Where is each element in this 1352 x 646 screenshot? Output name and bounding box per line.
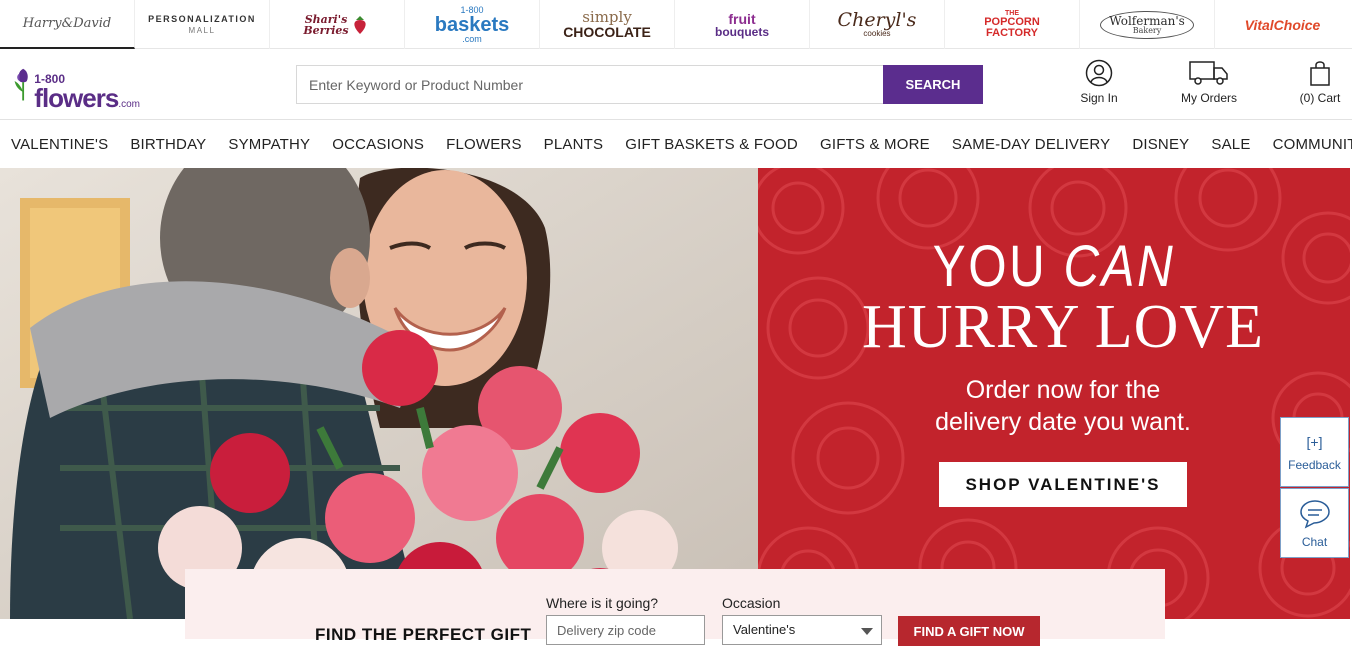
- brand-label: Harry&David: [22, 16, 112, 31]
- brand-harry-david-link[interactable]: Harry&David: [0, 0, 135, 49]
- sister-brands-bar: Harry&David PERSONALIZATION MALL Shari's…: [0, 0, 1352, 49]
- logo-suffix: .com: [118, 99, 140, 110]
- hero-headline-word-can: CAN: [1063, 234, 1176, 299]
- brand-sub: baskets: [434, 13, 510, 36]
- cart-button[interactable]: (0) Cart: [1297, 59, 1343, 111]
- gift-finder-panel: FIND THE PERFECT GIFT Where is it going?…: [185, 569, 1165, 646]
- nav-item-sale[interactable]: SALE: [1211, 136, 1250, 153]
- brand-suffix: .com: [462, 33, 482, 44]
- hero-headline-line1: YOU CAN: [802, 238, 1305, 296]
- brand-cheryls-cookies-link[interactable]: Cheryl's cookies: [810, 0, 945, 49]
- find-gift-button[interactable]: FIND A GIFT NOW: [898, 616, 1040, 646]
- cart-label: (0) Cart: [1299, 91, 1341, 105]
- main-nav: VALENTINE'S BIRTHDAY SYMPATHY OCCASIONS …: [0, 119, 1352, 168]
- brand-sub: Berries: [303, 23, 349, 37]
- feedback-widget[interactable]: [+] Feedback: [1280, 417, 1349, 487]
- brand-popcorn-factory-link[interactable]: THE POPCORN FACTORY: [945, 0, 1080, 49]
- brand-label: VitalChoice: [1244, 16, 1321, 33]
- chat-bubble-icon: [1299, 500, 1330, 529]
- logo-name: flowers: [34, 83, 119, 113]
- nav-item-sympathy[interactable]: SYMPATHY: [228, 136, 310, 153]
- brand-label: simply: [582, 8, 632, 26]
- chat-label: Chat: [1301, 535, 1328, 549]
- user-icon: [1085, 59, 1113, 87]
- gift-finder-title: FIND THE PERFECT GIFT: [315, 625, 532, 644]
- nav-item-gift-baskets-food[interactable]: GIFT BASKETS & FOOD: [625, 136, 798, 153]
- chevron-down-icon: [861, 628, 873, 635]
- brand-1800-baskets-link[interactable]: 1-800 baskets .com: [405, 0, 540, 49]
- hero-banner[interactable]: YOU CAN HURRY LOVE Order now for the del…: [0, 168, 1352, 619]
- my-orders-button[interactable]: My Orders: [1180, 59, 1238, 111]
- zip-label: Where is it going?: [546, 595, 659, 611]
- brand-fruit-bouquets-link[interactable]: fruit bouquets: [675, 0, 810, 49]
- brand-vital-choice-link[interactable]: VitalChoice: [1215, 0, 1350, 49]
- nav-item-community[interactable]: COMMUNITY: [1273, 136, 1352, 153]
- couple-with-roses-image: [0, 168, 758, 619]
- brand-personalization-mall-link[interactable]: PERSONALIZATION MALL: [135, 0, 270, 49]
- nav-item-birthday[interactable]: BIRTHDAY: [130, 136, 206, 153]
- occasion-selected-value: Valentine's: [733, 622, 796, 637]
- hero-subtitle-line1: Order now for the: [965, 376, 1161, 404]
- site-header: 1-800 flowers.com SEARCH Sign In My Orde…: [0, 49, 1352, 119]
- brand-label: Shari's: [304, 12, 348, 26]
- site-logo[interactable]: 1-800 flowers.com: [14, 53, 140, 111]
- tulip-logo-icon: [14, 68, 28, 101]
- feedback-label: Feedback: [1288, 458, 1341, 472]
- brand-wolfermans-link[interactable]: Wolferman's Bakery: [1080, 0, 1215, 49]
- nav-item-disney[interactable]: DISNEY: [1132, 136, 1189, 153]
- brand-label: PERSONALIZATION: [148, 13, 256, 24]
- hero-promo-panel: YOU CAN HURRY LOVE Order now for the del…: [758, 168, 1350, 619]
- nav-item-same-day-delivery[interactable]: SAME-DAY DELIVERY: [952, 136, 1110, 153]
- delivery-truck-icon: [1189, 61, 1228, 85]
- nav-item-valentines[interactable]: VALENTINE'S: [11, 136, 108, 153]
- brand-sub: cookies: [863, 29, 891, 38]
- nav-item-flowers[interactable]: FLOWERS: [446, 136, 522, 153]
- strawberry-icon: [353, 15, 366, 34]
- occasion-label: Occasion: [722, 595, 781, 611]
- shopping-bag-icon: [1310, 61, 1330, 86]
- nav-item-plants[interactable]: PLANTS: [544, 136, 604, 153]
- sign-in-button[interactable]: Sign In: [1077, 59, 1121, 111]
- brand-sharis-berries-link[interactable]: Shari's Berries: [270, 0, 405, 49]
- brand-simply-chocolate-link[interactable]: simply CHOCOLATE: [540, 0, 675, 49]
- brand-label: fruit: [728, 10, 756, 27]
- nav-item-gifts-more[interactable]: GIFTS & MORE: [820, 136, 930, 153]
- zip-code-input[interactable]: [546, 615, 705, 645]
- search-button[interactable]: SEARCH: [883, 65, 983, 104]
- hero-headline-line2: HURRY LOVE: [861, 293, 1265, 361]
- nav-item-occasions[interactable]: OCCASIONS: [332, 136, 424, 153]
- logo-wordmark: 1-800 flowers.com: [34, 73, 140, 111]
- brand-label: Cheryl's: [837, 9, 917, 31]
- chat-widget[interactable]: Chat: [1280, 488, 1349, 558]
- sign-in-label: Sign In: [1080, 91, 1118, 105]
- search-input[interactable]: [296, 65, 884, 104]
- shop-valentines-button[interactable]: SHOP VALENTINE'S: [939, 462, 1187, 507]
- occasion-select[interactable]: Valentine's: [722, 615, 882, 645]
- brand-label: Wolferman's: [1109, 13, 1185, 28]
- brand-sub: CHOCOLATE: [563, 24, 651, 40]
- hero-subtitle: Order now for the delivery date you want…: [758, 374, 1350, 438]
- hero-photo-couple-roses: [0, 168, 758, 619]
- brand-sub2: FACTORY: [986, 27, 1038, 39]
- hero-headline-word-you: YOU: [932, 234, 1048, 299]
- brand-sub: bouquets: [715, 24, 769, 39]
- my-orders-label: My Orders: [1180, 91, 1237, 105]
- brand-sub: MALL: [188, 25, 216, 35]
- hero-subtitle-line2: delivery date you want.: [935, 408, 1191, 436]
- feedback-plus-icon: [+]: [1306, 434, 1323, 450]
- brand-sub: Bakery: [1132, 25, 1162, 35]
